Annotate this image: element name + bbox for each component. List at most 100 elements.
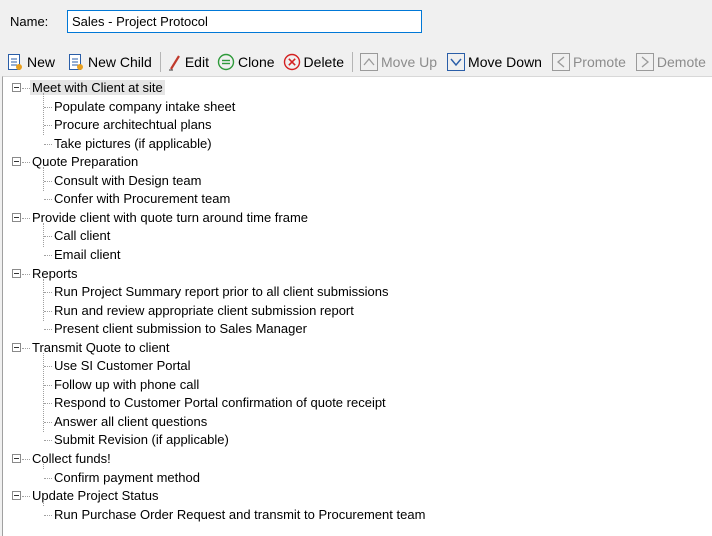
tree-node-label: Call client [54,228,111,244]
move-up-label: Move Up [381,54,438,70]
tree-node-item[interactable]: Present client submission to Sales Manag… [54,320,307,338]
move-down-button[interactable]: Move Down [445,50,544,74]
tree-node-label: Respond to Customer Portal confirmation … [54,395,386,411]
demote-label: Demote [656,54,706,70]
name-row: Name: [0,0,712,44]
tree-node-label: Procure architechtual plans [54,117,212,133]
promote-button[interactable]: Promote [550,50,628,74]
move-up-button[interactable]: Move Up [358,50,439,74]
tree-node-item[interactable]: Confirm payment method [54,469,200,487]
collapse-toggle-icon[interactable] [12,212,21,222]
tree-node-label: Confirm payment method [54,469,200,485]
tree-node-item[interactable]: Respond to Customer Portal confirmation … [54,394,386,412]
tree-node-label: Take pictures (if applicable) [54,135,212,151]
clone-label: Clone [237,54,275,70]
tree-connector [44,236,52,238]
delete-button[interactable]: Delete [281,50,346,74]
collapse-toggle-icon[interactable] [12,491,21,501]
tree-connector [44,199,52,201]
tree-connector [22,459,30,460]
tree-connector [44,106,52,108]
tree-node-item[interactable]: Email client [54,246,120,264]
tree-node-label: Run Purchase Order Request and transmit … [54,506,426,522]
tree-connector [22,496,30,498]
promote-label: Promote [572,54,626,70]
new-child-button[interactable]: New Child [65,50,154,74]
new-child-label: New Child [88,54,152,70]
chevron-left-icon [551,53,570,71]
tree-connector [44,125,52,127]
chevron-up-icon [360,53,379,71]
tree-node-item[interactable]: Run Project Summary report prior to all … [54,283,389,301]
tree-connector [44,254,52,256]
tree-connector [44,143,52,145]
tree-connector [22,273,30,275]
tree-connector [44,421,52,423]
collapse-toggle-icon[interactable] [12,342,21,352]
collapse-toggle-icon[interactable] [12,83,21,92]
tree-node-item[interactable]: Procure architechtual plans [54,116,212,134]
tree-connector [44,384,52,386]
tree-connector [43,278,44,321]
chevron-right-icon [635,53,654,71]
tree-node-item[interactable]: Confer with Procurement team [54,190,230,208]
new-label: New [27,54,56,70]
tree-node-item[interactable]: Populate company intake sheet [54,98,235,116]
clone-icon [217,53,235,71]
edit-button[interactable]: Edit [166,50,211,74]
toolbar: New New Child Edit Clone Delete Move Up [0,48,712,76]
tree-node-label: Consult with Design team [54,172,202,188]
tree-connector [22,162,30,164]
tree-node-item[interactable]: Call client [54,227,110,245]
tree-node-group[interactable]: Transmit Quote to client [32,339,170,357]
tree-node-group[interactable]: Meet with Client at site [30,79,165,97]
name-input[interactable] [67,10,422,33]
tree-node-label: Answer all client questions [54,413,208,429]
tree-node-group[interactable]: Update Project Status [32,487,158,505]
tree-connector [43,352,44,433]
tree-connector [44,292,52,294]
collapse-toggle-icon[interactable] [12,454,21,463]
new-child-document-icon [67,53,85,71]
tree-node-group[interactable]: Quote Preparation [32,153,138,171]
tree-node-label: Update Project Status [32,488,159,504]
new-button[interactable]: New [4,50,57,74]
tree-node-label: Meet with Client at site [30,80,165,95]
tree-node-item[interactable]: Run and review appropriate client submis… [54,302,354,320]
name-label: Name: [10,14,49,29]
tree-node-label: Run Project Summary report prior to all … [54,284,389,300]
tree-node-item[interactable]: Follow up with phone call [54,376,199,394]
tree-connector [43,222,44,247]
delete-label: Delete [303,54,345,70]
tree-node-label: Reports [32,265,78,281]
tree-panel: Meet with Client at site Populate company… [2,76,712,536]
move-down-label: Move Down [468,54,542,70]
tree-node-item[interactable]: Run Purchase Order Request and transmit … [54,506,425,524]
clone-button[interactable]: Clone [215,50,277,74]
tree-node-label: Submit Revision (if applicable) [54,432,229,448]
tree-node-item[interactable]: Use SI Customer Portal [54,357,191,375]
tree-node-label: Run and review appropriate client submis… [54,302,354,318]
tree-connector [44,180,52,182]
tree-node-group[interactable]: Provide client with quote turn around ti… [32,209,308,227]
tree-connector [44,514,52,516]
tree-connector [43,464,44,470]
tree-node-item[interactable]: Answer all client questions [54,413,207,431]
demote-button[interactable]: Demote [634,50,708,74]
tree-connector [43,167,44,191]
tree-node-item[interactable]: Consult with Design team [54,172,201,190]
tree-connector [43,93,44,136]
tree-connector [44,403,52,405]
edit-label: Edit [184,54,209,70]
tree-connector [22,347,30,349]
tree-connector [22,217,30,219]
collapse-toggle-icon[interactable] [12,268,21,278]
tree-connector [44,366,52,368]
tree-node-group[interactable]: Reports [32,265,78,283]
tree-node-item[interactable]: Take pictures (if applicable) [54,135,212,153]
delete-icon [283,53,301,71]
tree-node-item[interactable]: Submit Revision (if applicable) [54,431,229,449]
tree-node-label: Use SI Customer Portal [54,358,191,374]
collapse-toggle-icon[interactable] [12,157,21,167]
tree-node-label: Quote Preparation [32,154,139,170]
